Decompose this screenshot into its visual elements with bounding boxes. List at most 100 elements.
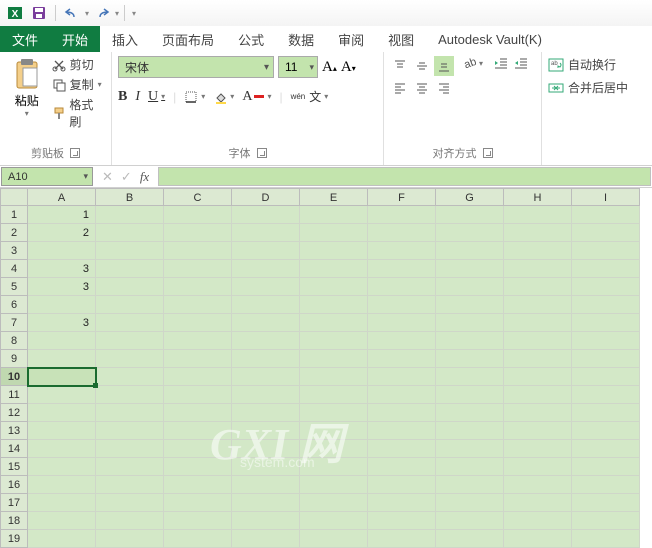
column-header[interactable]: H <box>504 188 572 206</box>
cell[interactable] <box>164 278 232 296</box>
cell[interactable] <box>436 278 504 296</box>
cell[interactable] <box>28 458 96 476</box>
cell[interactable] <box>436 224 504 242</box>
cell[interactable] <box>504 422 572 440</box>
cell[interactable] <box>368 260 436 278</box>
cell[interactable] <box>232 368 300 386</box>
cell[interactable] <box>368 224 436 242</box>
cell[interactable] <box>164 224 232 242</box>
cell[interactable] <box>436 512 504 530</box>
column-header[interactable]: G <box>436 188 504 206</box>
cell[interactable] <box>96 260 164 278</box>
cell[interactable] <box>300 494 368 512</box>
row-header[interactable]: 8 <box>0 332 28 350</box>
orientation-button[interactable]: ab <box>462 56 483 70</box>
column-header[interactable]: C <box>164 188 232 206</box>
paste-button[interactable]: 粘贴 ▾ <box>6 56 48 118</box>
cell[interactable] <box>164 260 232 278</box>
cell[interactable] <box>436 260 504 278</box>
tab-file[interactable]: 文件 <box>0 26 50 52</box>
tab-view[interactable]: 视图 <box>376 26 426 52</box>
cell[interactable] <box>368 296 436 314</box>
cell[interactable] <box>504 530 572 548</box>
cell[interactable] <box>232 494 300 512</box>
cell[interactable]: 3 <box>28 278 96 296</box>
cell[interactable] <box>572 494 640 512</box>
cell[interactable] <box>504 314 572 332</box>
cell[interactable] <box>436 422 504 440</box>
cell[interactable] <box>232 332 300 350</box>
row-header[interactable]: 16 <box>0 476 28 494</box>
cell[interactable] <box>96 440 164 458</box>
row-header[interactable]: 14 <box>0 440 28 458</box>
cell[interactable] <box>436 350 504 368</box>
cell[interactable] <box>96 512 164 530</box>
cell[interactable] <box>300 530 368 548</box>
cell[interactable] <box>504 296 572 314</box>
row-header[interactable]: 5 <box>0 278 28 296</box>
cell[interactable] <box>164 350 232 368</box>
cell[interactable] <box>572 368 640 386</box>
cell[interactable] <box>572 260 640 278</box>
cell[interactable] <box>368 368 436 386</box>
column-header[interactable]: F <box>368 188 436 206</box>
cell[interactable] <box>28 350 96 368</box>
font-color-button[interactable]: A <box>242 89 271 105</box>
cell[interactable] <box>368 458 436 476</box>
cell[interactable] <box>232 404 300 422</box>
cell[interactable] <box>572 476 640 494</box>
row-header[interactable]: 2 <box>0 224 28 242</box>
cell[interactable] <box>504 206 572 224</box>
qat-customize-icon[interactable]: ▾ <box>132 9 136 18</box>
cell[interactable] <box>164 242 232 260</box>
row-header[interactable]: 15 <box>0 458 28 476</box>
cell[interactable] <box>300 206 368 224</box>
cell[interactable] <box>572 206 640 224</box>
cell[interactable] <box>504 476 572 494</box>
cell[interactable] <box>572 512 640 530</box>
cell[interactable] <box>436 368 504 386</box>
cell[interactable] <box>300 224 368 242</box>
cell[interactable] <box>368 314 436 332</box>
cell[interactable] <box>504 368 572 386</box>
cell[interactable] <box>28 404 96 422</box>
cell[interactable] <box>96 476 164 494</box>
font-dialog-launcher[interactable] <box>257 148 267 158</box>
font-name-select[interactable]: 宋体 <box>118 56 274 78</box>
cell[interactable] <box>28 296 96 314</box>
format-painter-button[interactable]: 格式刷 <box>52 96 105 130</box>
cell[interactable] <box>164 440 232 458</box>
align-center-button[interactable] <box>412 78 432 98</box>
cell[interactable] <box>300 350 368 368</box>
cell[interactable] <box>436 404 504 422</box>
cell[interactable] <box>300 296 368 314</box>
tab-insert[interactable]: 插入 <box>100 26 150 52</box>
row-header[interactable]: 18 <box>0 512 28 530</box>
cell[interactable] <box>96 386 164 404</box>
cell[interactable]: 3 <box>28 314 96 332</box>
row-header[interactable]: 7 <box>0 314 28 332</box>
cell[interactable] <box>28 422 96 440</box>
cell[interactable] <box>300 368 368 386</box>
cell[interactable] <box>232 260 300 278</box>
cell[interactable] <box>300 314 368 332</box>
cell[interactable] <box>28 512 96 530</box>
save-button[interactable] <box>28 2 50 24</box>
cell[interactable] <box>232 458 300 476</box>
cell[interactable] <box>572 458 640 476</box>
decrease-indent-button[interactable] <box>493 56 509 73</box>
cell[interactable] <box>232 242 300 260</box>
tab-pagelayout[interactable]: 页面布局 <box>150 26 226 52</box>
cell[interactable] <box>504 404 572 422</box>
cell[interactable] <box>300 476 368 494</box>
row-header[interactable]: 9 <box>0 350 28 368</box>
cell[interactable] <box>368 278 436 296</box>
cell[interactable] <box>232 530 300 548</box>
cell[interactable] <box>436 440 504 458</box>
paste-dropdown-icon[interactable]: ▾ <box>25 109 29 118</box>
cell[interactable] <box>232 386 300 404</box>
cell[interactable] <box>300 260 368 278</box>
cell[interactable] <box>300 332 368 350</box>
undo-dropdown-icon[interactable]: ▾ <box>85 9 89 18</box>
cell[interactable] <box>572 404 640 422</box>
